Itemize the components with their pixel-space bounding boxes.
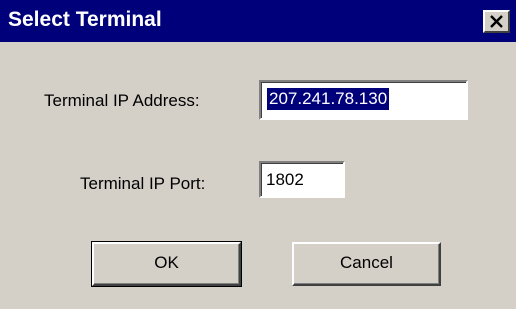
terminal-ip-port-label: Terminal IP Port: [80,174,206,193]
title-bar[interactable]: Select Terminal [0,0,516,42]
select-terminal-dialog: Select Terminal Terminal IP Address: 207… [0,0,516,309]
close-icon [485,12,508,31]
close-button[interactable] [483,10,510,33]
terminal-ip-address-label: Terminal IP Address: [44,91,200,110]
ip-address-selected-text: 207.241.78.130 [267,88,390,110]
ok-button-label: OK [154,253,179,272]
cancel-button[interactable]: Cancel [292,242,441,286]
terminal-ip-port-input[interactable]: 1802 [259,161,345,198]
cancel-button-label: Cancel [340,253,393,272]
terminal-ip-address-input[interactable]: 207.241.78.130 [259,80,468,120]
ip-port-value: 1802 [266,170,304,189]
window-title: Select Terminal [8,8,162,31]
ok-button[interactable]: OK [91,241,242,287]
